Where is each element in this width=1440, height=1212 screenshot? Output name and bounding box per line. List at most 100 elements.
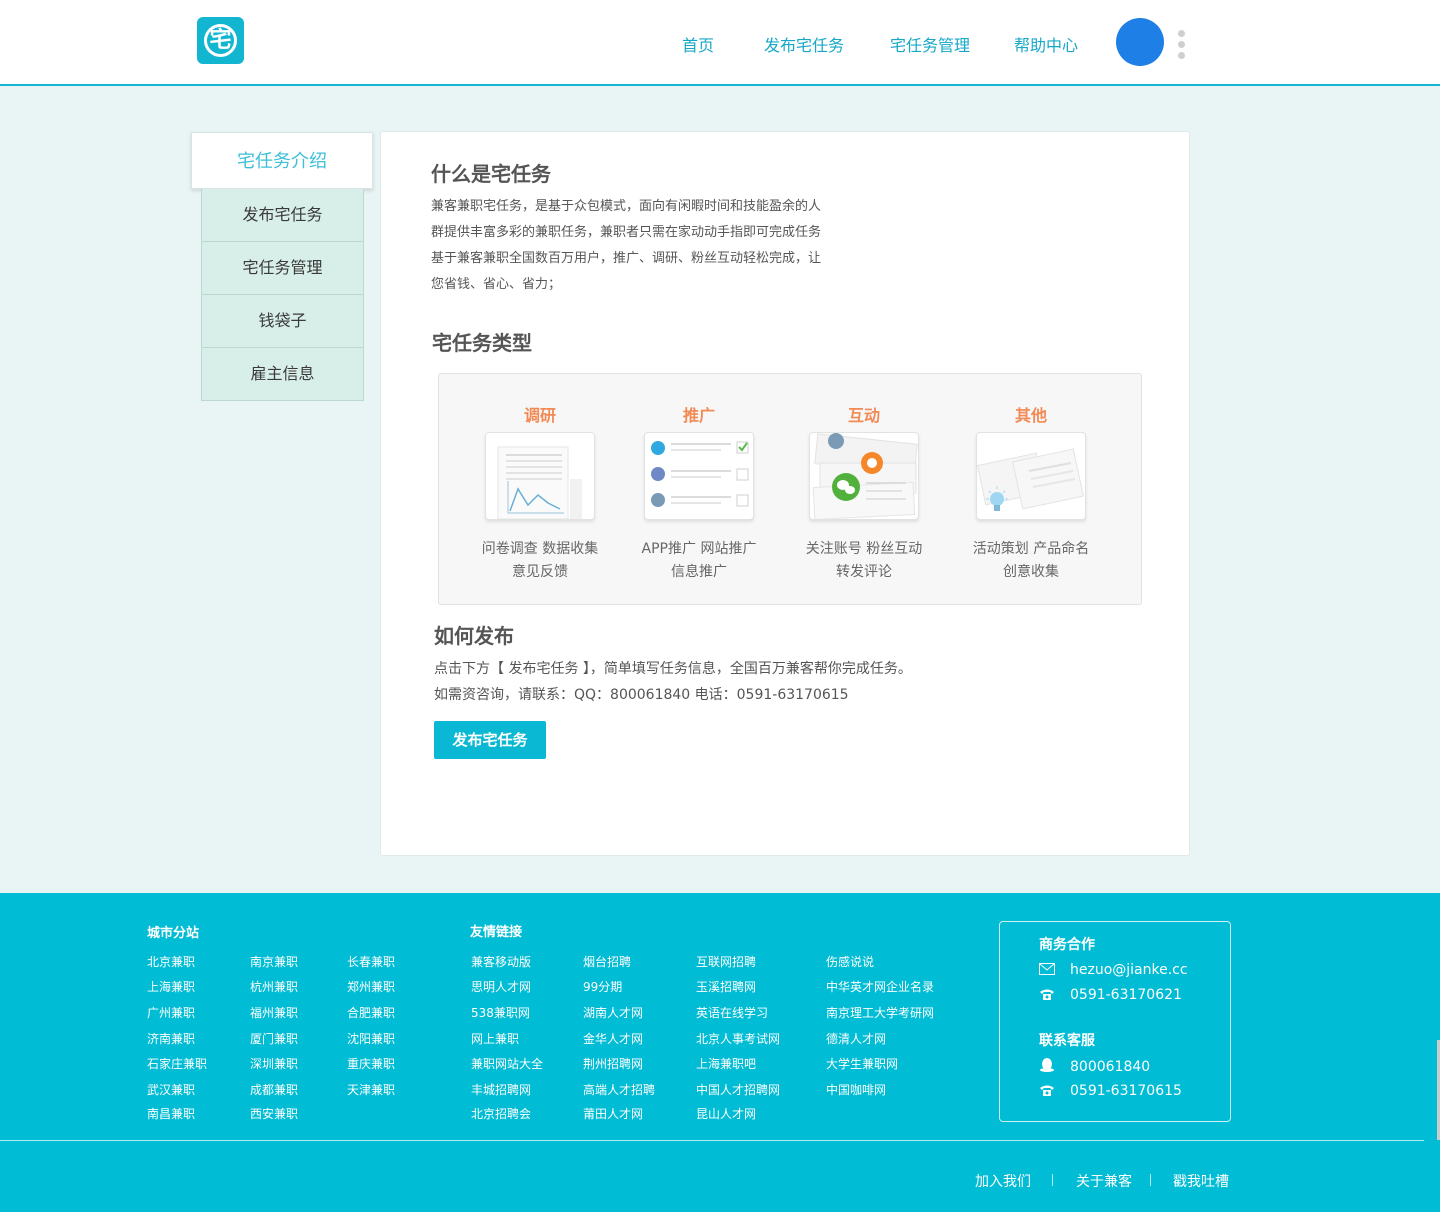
service-phone: 0591-63170615 <box>1039 1083 1182 1099</box>
type-desc: APP推广 网站推广 信息推广 <box>614 538 784 584</box>
friend-link[interactable]: 金华人才网 <box>583 1030 643 1047</box>
friend-link[interactable]: 玉溪招聘网 <box>696 978 756 995</box>
service-qq-text: 800061840 <box>1070 1059 1151 1075</box>
city-link[interactable]: 郑州兼职 <box>347 978 395 995</box>
city-link[interactable]: 沈阳兼职 <box>347 1030 395 1047</box>
friend-link[interactable]: 互联网招聘 <box>696 953 756 970</box>
interaction-social-icon <box>809 432 919 520</box>
contact-box: 商务合作 hezuo@jianke.cc 0591-63170621 联系客服 … <box>999 921 1231 1122</box>
friend-link[interactable]: 思明人才网 <box>471 978 531 995</box>
city-link[interactable]: 南昌兼职 <box>147 1105 195 1122</box>
friend-link[interactable]: 中国人才招聘网 <box>696 1081 780 1098</box>
city-link[interactable]: 石家庄兼职 <box>147 1055 207 1072</box>
friend-link[interactable]: 上海兼职吧 <box>696 1055 756 1072</box>
what-line: 兼客兼职宅任务，是基于众包模式，面向有闲暇时间和技能盈余的人 <box>431 199 822 214</box>
logo[interactable]: 宅 <box>197 17 244 64</box>
city-link[interactable]: 重庆兼职 <box>347 1055 395 1072</box>
service-qq: 800061840 <box>1039 1058 1150 1075</box>
city-link[interactable]: 上海兼职 <box>147 978 195 995</box>
friend-link[interactable]: 北京招聘会 <box>471 1105 531 1122</box>
link-separator <box>1052 1174 1053 1186</box>
type-title: 推广 <box>682 406 715 425</box>
city-link[interactable]: 南京兼职 <box>250 953 298 970</box>
sidebar-item-publish[interactable]: 发布宅任务 <box>202 189 363 242</box>
type-desc-line: 活动策划 产品命名 <box>972 541 1090 557</box>
avatar[interactable] <box>1116 18 1164 66</box>
business-title: 商务合作 <box>1039 937 1095 953</box>
how-line: 点击下方【 发布宅任务 】，简单填写任务信息，全国百万兼客帮你完成任务。 <box>434 661 912 677</box>
feedback-link[interactable]: 戳我吐槽 <box>1173 1171 1229 1191</box>
friend-link[interactable]: 德清人才网 <box>826 1030 886 1047</box>
type-desc-line: 意见反馈 <box>512 564 568 580</box>
publish-task-button[interactable]: 发布宅任务 <box>434 721 546 759</box>
city-link[interactable]: 长春兼职 <box>347 953 395 970</box>
top-header: 宅 首页 发布宅任务 宅任务管理 帮助中心 <box>0 0 1440 86</box>
nav-help-center[interactable]: 帮助中心 <box>1014 32 1078 56</box>
friend-link[interactable]: 538兼职网 <box>471 1004 530 1021</box>
more-menu-icon[interactable] <box>1178 30 1186 60</box>
city-link[interactable]: 深圳兼职 <box>250 1055 298 1072</box>
friend-link[interactable]: 烟台招聘 <box>583 953 631 970</box>
city-link[interactable]: 武汉兼职 <box>147 1081 195 1098</box>
sidebar-item-intro[interactable]: 宅任务介绍 <box>191 132 373 189</box>
type-promotion: 推广 APP推广 网站推广 信息推广 <box>614 374 784 606</box>
about-link[interactable]: 关于兼客 <box>1076 1171 1132 1191</box>
qq-icon <box>1039 1058 1055 1072</box>
type-interaction: 互动 关注账号 粉丝互动 转发评论 <box>779 374 949 606</box>
sidebar-item-employer[interactable]: 雇主信息 <box>202 348 363 400</box>
friend-link[interactable]: 网上兼职 <box>471 1030 519 1047</box>
friend-link[interactable]: 中华英才网企业名录 <box>826 978 934 995</box>
footer-divider <box>0 1140 1424 1141</box>
friend-link[interactable]: 南京理工大学考研网 <box>826 1004 934 1021</box>
business-email-text[interactable]: hezuo@jianke.cc <box>1070 962 1188 978</box>
friend-link[interactable]: 昆山人才网 <box>696 1105 756 1122</box>
how-line: 如需资咨询，请联系：QQ：800061840 电话：0591-63170615 <box>434 687 849 703</box>
city-link[interactable]: 福州兼职 <box>250 1004 298 1021</box>
friend-link[interactable]: 荆州招聘网 <box>583 1055 643 1072</box>
sidebar-item-wallet[interactable]: 钱袋子 <box>202 295 363 348</box>
service-title: 联系客服 <box>1039 1033 1095 1049</box>
city-link[interactable]: 厦门兼职 <box>250 1030 298 1047</box>
mail-icon <box>1039 963 1055 975</box>
business-phone: 0591-63170621 <box>1039 987 1182 1003</box>
city-link[interactable]: 广州兼职 <box>147 1004 195 1021</box>
sidebar-menu: 发布宅任务 宅任务管理 钱袋子 雇主信息 <box>201 189 364 401</box>
city-link[interactable]: 济南兼职 <box>147 1030 195 1047</box>
friend-link[interactable]: 兼职网站大全 <box>471 1055 543 1072</box>
type-desc: 关注账号 粉丝互动 转发评论 <box>779 538 949 584</box>
nav-publish-task[interactable]: 发布宅任务 <box>764 32 844 56</box>
nav-task-manage[interactable]: 宅任务管理 <box>890 32 970 56</box>
city-link[interactable]: 成都兼职 <box>250 1081 298 1098</box>
content-panel: 什么是宅任务 兼客兼职宅任务，是基于众包模式，面向有闲暇时间和技能盈余的人 群提… <box>380 131 1190 856</box>
other-idea-icon <box>976 432 1086 520</box>
link-separator <box>1150 1174 1151 1186</box>
friend-link[interactable]: 丰城招聘网 <box>471 1081 531 1098</box>
sidebar-item-manage[interactable]: 宅任务管理 <box>202 242 363 295</box>
friend-link[interactable]: 高端人才招聘 <box>583 1081 655 1098</box>
friend-link[interactable]: 兼客移动版 <box>471 953 531 970</box>
friend-link[interactable]: 莆田人才网 <box>583 1105 643 1122</box>
friend-link[interactable]: 大学生兼职网 <box>826 1055 898 1072</box>
types-title: 宅任务类型 <box>432 331 532 355</box>
friend-link[interactable]: 99分期 <box>583 978 622 995</box>
friend-link[interactable]: 湖南人才网 <box>583 1004 643 1021</box>
city-link[interactable]: 杭州兼职 <box>250 978 298 995</box>
join-us-link[interactable]: 加入我们 <box>975 1171 1031 1191</box>
how-description: 点击下方【 发布宅任务 】，简单填写任务信息，全国百万兼客帮你完成任务。 如需资… <box>434 656 1134 708</box>
type-desc-line: 信息推广 <box>671 564 727 580</box>
friend-link[interactable]: 伤感说说 <box>826 953 874 970</box>
friend-link[interactable]: 英语在线学习 <box>696 1004 768 1021</box>
friend-link[interactable]: 中国咖啡网 <box>826 1081 886 1098</box>
city-link[interactable]: 合肥兼职 <box>347 1004 395 1021</box>
city-link[interactable]: 天津兼职 <box>347 1081 395 1098</box>
how-title: 如何发布 <box>434 624 514 648</box>
task-types-box: 调研 问卷调查 数据收集 意见反馈 推广 APP推广 网站推广 信息推广 互动 … <box>438 373 1142 605</box>
city-link[interactable]: 北京兼职 <box>147 953 195 970</box>
type-desc-line: APP推广 网站推广 <box>641 541 757 557</box>
nav-home[interactable]: 首页 <box>682 32 714 56</box>
service-phone-text: 0591-63170615 <box>1070 1083 1182 1099</box>
city-link[interactable]: 西安兼职 <box>250 1105 298 1122</box>
friend-links-title: 友情链接 <box>470 925 523 940</box>
survey-chart-icon <box>485 432 595 520</box>
friend-link[interactable]: 北京人事考试网 <box>696 1030 780 1047</box>
